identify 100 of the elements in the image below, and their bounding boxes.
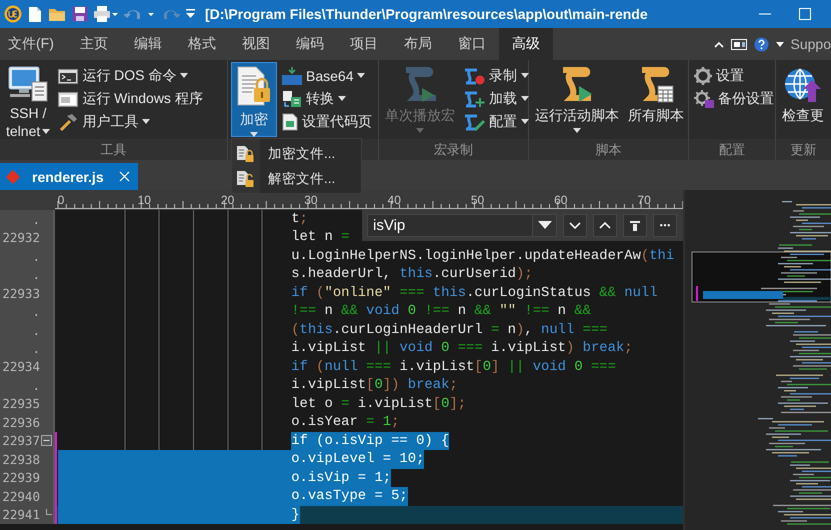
- caret-icon: [776, 42, 784, 46]
- customize-icon[interactable]: [186, 9, 195, 19]
- more-icon: [660, 224, 670, 227]
- menu-tab[interactable]: 文件(F): [0, 28, 67, 60]
- line-number: .: [31, 212, 40, 227]
- ribbon-button[interactable]: 所有脚本: [625, 62, 687, 137]
- caret-icon: [338, 96, 346, 101]
- locked-file-icon: [236, 144, 254, 162]
- layout-icon[interactable]: [730, 38, 747, 50]
- ribbon-button[interactable]: 用户工具: [56, 110, 205, 133]
- monitor-icon: [8, 66, 48, 102]
- document-icon: [282, 112, 298, 130]
- download-box-icon: [282, 66, 302, 84]
- line-number: 22933: [1, 286, 40, 301]
- line-number: 22939: [1, 470, 40, 486]
- menu-tab[interactable]: 视图: [228, 28, 283, 60]
- code-line: i.vipList || void 0 === i.vipList) break;: [291, 339, 633, 358]
- caret-icon: [521, 96, 529, 101]
- ribbon-button[interactable]: 设置代码页: [280, 110, 374, 133]
- filter-button[interactable]: [623, 214, 647, 237]
- code-line: if (null === i.vipList[0] || void 0 ===: [291, 358, 616, 376]
- more-options-button[interactable]: [653, 214, 677, 237]
- ribbon-button[interactable]: 转换: [280, 87, 374, 110]
- ruler-label: 30: [304, 193, 318, 207]
- ribbon-button[interactable]: 配置: [461, 110, 531, 133]
- menu-tab[interactable]: 主页: [66, 28, 121, 60]
- caret-icon: [416, 128, 424, 133]
- menu-tab[interactable]: 编码: [282, 28, 337, 60]
- code-line: i.vipList[0]) break;: [291, 376, 458, 395]
- scroll-pencil-icon: [463, 112, 485, 130]
- ribbon-button[interactable]: 运行活动脚本: [532, 62, 622, 137]
- menu-tab[interactable]: 编辑: [120, 28, 175, 60]
- code-line: s.headerUrl, this.curUserid);: [291, 265, 533, 284]
- code-line: let n =: [291, 228, 350, 247]
- convert-icon: [282, 90, 302, 108]
- printer-icon[interactable]: [94, 6, 118, 22]
- help-link[interactable]: Suppo: [790, 36, 831, 52]
- find-next-button[interactable]: [563, 214, 587, 237]
- save-icon[interactable]: [72, 6, 88, 22]
- ribbon-button[interactable]: SSH / telnet: [3, 62, 54, 137]
- line-number: .: [31, 248, 40, 264]
- code-line: t;: [291, 210, 308, 228]
- ribbon-button[interactable]: Base64: [280, 64, 374, 87]
- line-number: 22935: [1, 396, 40, 412]
- ruler-label: 70: [637, 193, 651, 207]
- history-dropdown-button[interactable]: [533, 214, 557, 237]
- menu-tab[interactable]: 高级: [498, 28, 553, 60]
- menu-tab[interactable]: 项目: [336, 28, 391, 60]
- scroll-plus-icon: [463, 90, 485, 108]
- collapse-icon[interactable]: [714, 40, 724, 48]
- new-file-icon[interactable]: [28, 6, 42, 22]
- code-line: let o = i.vipList[0];: [291, 394, 466, 414]
- menu-item[interactable]: 解密文件...: [232, 166, 361, 191]
- app-logo-icon[interactable]: [4, 5, 22, 23]
- caret-icon: [521, 119, 529, 124]
- caret-icon: [573, 128, 581, 133]
- line-number: .: [31, 341, 40, 356]
- scroll-record-icon: [463, 66, 485, 84]
- ribbon-button[interactable]: 备份设置: [692, 87, 776, 110]
- search-field[interactable]: isVip: [367, 214, 533, 237]
- find-previous-button[interactable]: [593, 214, 617, 237]
- ribbon-button[interactable]: 加密: [231, 62, 277, 137]
- line-number: 22936: [1, 414, 40, 430]
- caret-icon: [521, 73, 529, 78]
- maximize-icon[interactable]: [799, 8, 811, 20]
- close-icon[interactable]: [119, 171, 130, 182]
- line-number: .: [31, 304, 40, 320]
- hammer-icon: [58, 112, 78, 130]
- ribbon-button[interactable]: 运行 Windows 程序: [56, 87, 205, 110]
- caret-icon: [357, 73, 366, 78]
- ruler-label: 40: [388, 193, 401, 207]
- window-icon: [58, 90, 78, 106]
- ruler-label: 20: [220, 193, 234, 207]
- line-number: 22940: [1, 488, 40, 504]
- menu-tab[interactable]: 格式: [174, 28, 229, 60]
- caret-icon: [180, 73, 188, 78]
- caret-icon: [142, 119, 150, 124]
- ruler-label: 10: [138, 193, 151, 207]
- ribbon-button[interactable]: 加载: [461, 87, 531, 110]
- caret-icon: [538, 221, 552, 230]
- ribbon-button[interactable]: 检查更: [779, 62, 827, 137]
- gear-disk-icon: [694, 90, 714, 108]
- ribbon-button[interactable]: 运行 DOS 命令: [56, 64, 205, 87]
- diamond-icon: [6, 170, 20, 184]
- line-number: 22937: [1, 433, 40, 448]
- file-tab[interactable]: renderer.js: [0, 163, 138, 190]
- menu-tab[interactable]: 布局: [390, 28, 445, 60]
- ribbon-button[interactable]: 设置: [692, 64, 776, 87]
- group-label: 脚本: [596, 140, 622, 158]
- menu-tab[interactable]: 窗口: [444, 28, 499, 60]
- code-line: if ("online" === this.curLoginStatus && null: [291, 284, 658, 302]
- ribbon-button[interactable]: 录制: [461, 64, 531, 87]
- help-icon[interactable]: [754, 36, 769, 52]
- code-line: u.LoginHelperNS.loginHelper.updateHeaderAw(thi: [291, 246, 674, 266]
- code-line: (this.curLoginHeaderUrl = n), null ===: [291, 320, 608, 340]
- menu-item[interactable]: 加密文件...: [232, 141, 361, 166]
- folder-icon[interactable]: [48, 6, 66, 22]
- ruler-label: 0: [58, 193, 64, 207]
- fold-icon[interactable]: [41, 435, 52, 446]
- group-label: 工具: [100, 140, 126, 158]
